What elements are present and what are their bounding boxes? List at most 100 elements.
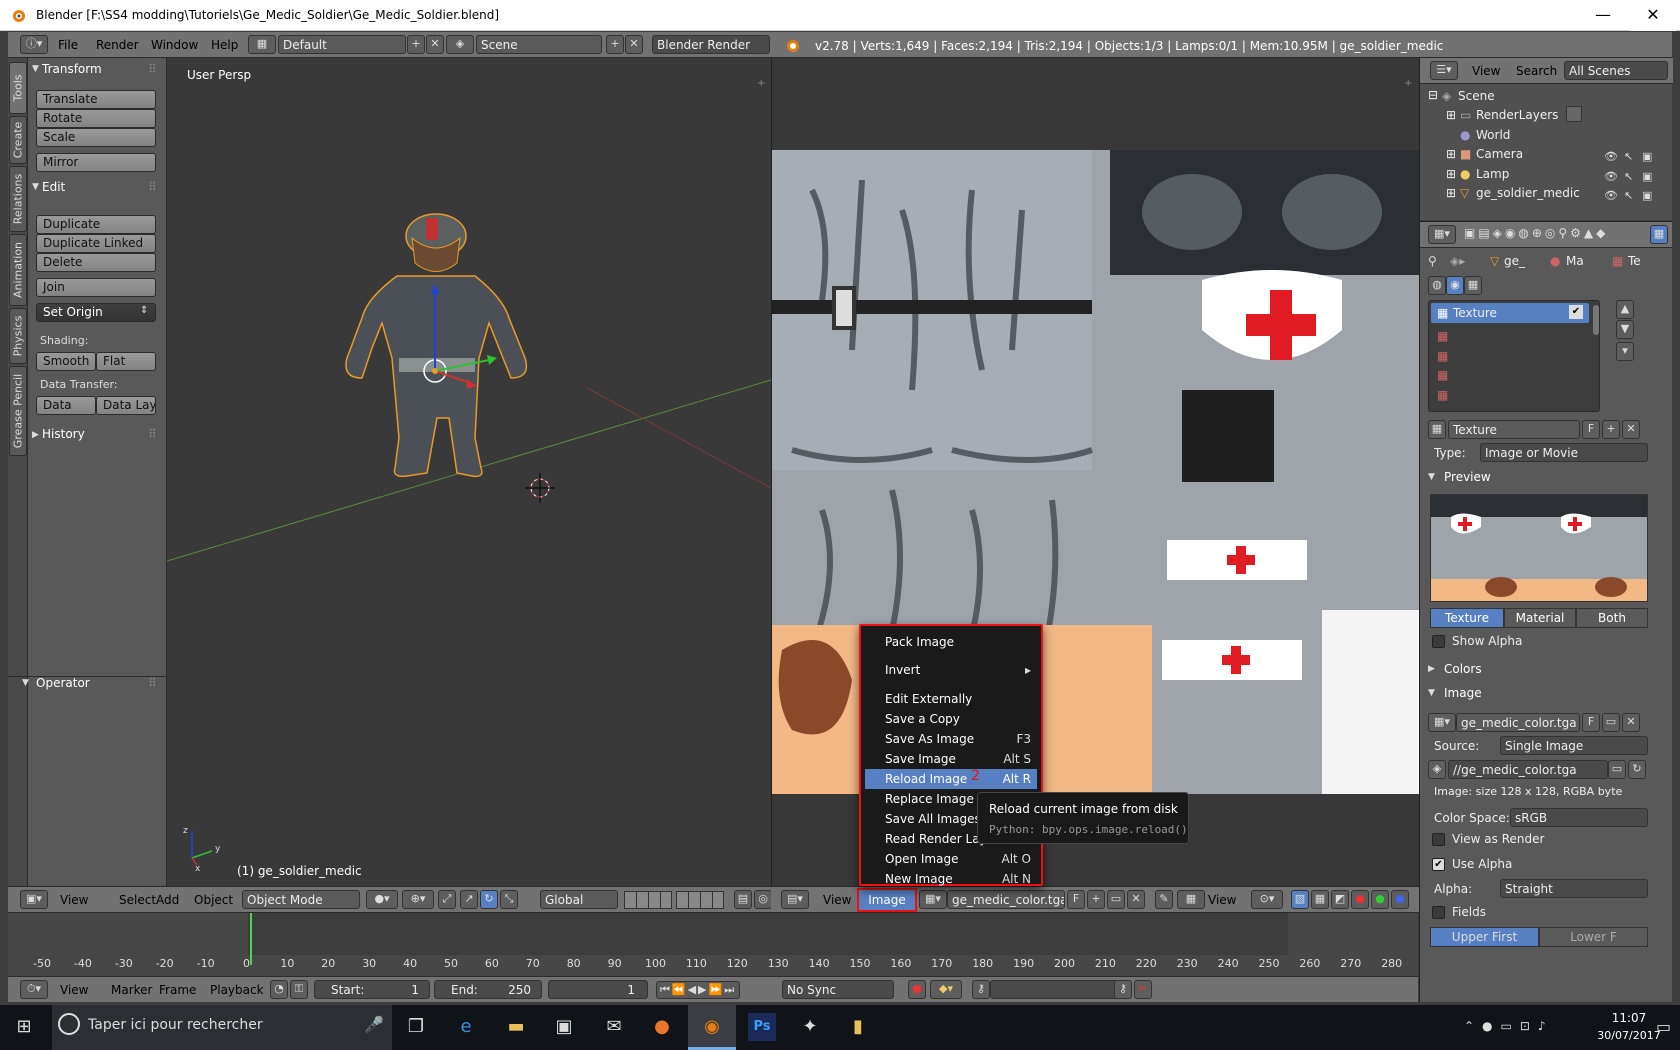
panel-edit-title[interactable]: Edit xyxy=(42,180,65,194)
texture-context-icon[interactable]: ▦ xyxy=(1650,225,1668,244)
drag-grip-icon[interactable]: ⠿ xyxy=(148,676,157,690)
breadcrumb-object[interactable]: ge_ xyxy=(1504,254,1525,268)
outliner-display-mode[interactable]: All Scenes xyxy=(1564,61,1668,80)
menu-file[interactable]: File xyxy=(58,38,78,52)
texture-fake-user-toggle[interactable]: F xyxy=(1582,420,1600,439)
soldier-model[interactable] xyxy=(345,213,528,478)
menu-item-pack-image[interactable]: Pack Image xyxy=(865,632,1037,652)
translate-manipulator-icon[interactable]: ↗ xyxy=(460,890,478,909)
collapse-triangle-icon[interactable]: ▼ xyxy=(32,182,39,192)
tab-create[interactable]: Create xyxy=(9,116,27,164)
list-scrollbar[interactable] xyxy=(1593,305,1599,335)
world-texture-icon[interactable]: ◍ xyxy=(1428,276,1446,295)
area-split-icon[interactable]: + xyxy=(1404,78,1412,89)
filepath-icon[interactable]: ◈ xyxy=(1428,760,1446,779)
pin-icon[interactable]: ✎ xyxy=(1155,890,1173,909)
record-icon[interactable]: ● xyxy=(908,980,926,999)
close-button[interactable]: ✕ xyxy=(1630,0,1676,31)
manipulator-icon[interactable]: ⤢ xyxy=(438,890,456,909)
drag-grip-icon[interactable]: ⠿ xyxy=(148,180,157,194)
viewport-shading-icon[interactable]: ●▾ xyxy=(366,890,398,909)
move-slot-up-icon[interactable]: ▲ xyxy=(1616,300,1634,319)
breadcrumb-texture[interactable]: Te xyxy=(1628,254,1641,268)
pivot-icon[interactable]: ⊙▾ xyxy=(1251,890,1283,909)
menu-item-save-as-image[interactable]: Save As Image F3 xyxy=(865,729,1037,749)
task-view-icon[interactable]: ❐ xyxy=(402,1013,430,1041)
visibility-eye-icon[interactable]: 👁 👁 👁 xyxy=(1604,147,1618,206)
image-browse-icon[interactable]: ▦▾ xyxy=(1428,713,1456,732)
scene-field[interactable]: Scene xyxy=(476,35,602,54)
unlink-image-icon[interactable]: ✕ xyxy=(1622,713,1640,732)
timeline[interactable]: -50 -40 -30 -20 -10 0 10 20 30 40 50 60 70 80 90 100 110… xyxy=(8,912,1418,976)
windows-start-icon[interactable]: ⊞ xyxy=(10,1013,38,1041)
active-keying-set-field[interactable] xyxy=(990,980,1120,999)
layout-icon[interactable]: ▦ xyxy=(248,35,276,54)
3d-viewport[interactable]: User Persp z y x (1) ge_soldier_medic + xyxy=(167,58,771,886)
menu-item-new-image[interactable]: New Image Alt N xyxy=(865,869,1037,889)
expand-triangle-icon[interactable]: ▶ xyxy=(32,430,39,440)
data-layout-button[interactable]: Data Layo xyxy=(96,396,156,415)
sync-mode-select[interactable]: No Sync xyxy=(782,980,894,999)
scene-icon[interactable]: ◈ xyxy=(446,35,474,54)
alpha-display-icon[interactable]: ▦ xyxy=(1311,890,1329,909)
add-menu[interactable]: Add xyxy=(156,893,179,907)
edge-icon[interactable]: e xyxy=(452,1013,480,1041)
blue-channel-icon[interactable]: ● xyxy=(1391,890,1409,909)
texture-browse-icon[interactable]: ▦ xyxy=(1428,420,1446,439)
minimize-button[interactable]: — xyxy=(1580,0,1626,31)
preview-tab-material[interactable]: Material xyxy=(1504,608,1576,628)
collapse-triangle-icon[interactable]: ▼ xyxy=(1428,472,1435,482)
alpha-mode-select[interactable]: Straight xyxy=(1500,879,1648,898)
z-display-icon[interactable]: ◩ xyxy=(1331,890,1349,909)
preview-range-icon[interactable]: ◔ xyxy=(270,980,288,999)
current-frame-field[interactable]: 1 xyxy=(548,980,648,999)
translate-button[interactable]: Translate xyxy=(36,90,156,109)
timeline-view-menu[interactable]: View xyxy=(60,983,88,997)
menu-render[interactable]: Render xyxy=(96,38,139,52)
end-frame-field[interactable]: End: 250 xyxy=(434,980,542,999)
lock-camera-icon[interactable]: ▤ xyxy=(734,890,752,909)
rotate-button[interactable]: Rotate xyxy=(36,109,156,128)
menu-item-invert[interactable]: Invert ▸ xyxy=(865,660,1037,680)
empty-slot-icons[interactable]: ▦ ▦ ▦ ▦ xyxy=(1437,327,1448,405)
fields-checkbox[interactable] xyxy=(1432,906,1445,919)
green-channel-icon[interactable]: ● xyxy=(1371,890,1389,909)
keying-set-icon[interactable]: ◆▾ xyxy=(930,980,962,999)
panel-operator-title[interactable]: Operator xyxy=(36,676,90,690)
delete-keyframe-icon[interactable]: ✂ xyxy=(1134,980,1152,999)
outliner-row-camera[interactable]: Camera xyxy=(1476,147,1523,161)
smooth-shading-button[interactable]: Smooth xyxy=(36,352,96,371)
image-fake-user-toggle[interactable]: F xyxy=(1582,713,1600,732)
store-icon[interactable]: ▣ xyxy=(550,1013,578,1041)
mail-icon[interactable]: ✉ xyxy=(600,1013,628,1041)
outliner-row-lamp[interactable]: Lamp xyxy=(1476,167,1509,181)
set-origin-dropdown[interactable]: Set Origin xyxy=(36,303,156,322)
remove-layout-icon[interactable]: ✕ xyxy=(426,35,444,54)
render-engine-select[interactable]: Blender Render xyxy=(652,35,770,54)
image-datablock-field[interactable]: ge_medic_color.tga xyxy=(1456,713,1580,732)
tab-relations[interactable]: Relations xyxy=(9,166,27,232)
timeline-frame-menu[interactable]: Frame xyxy=(159,983,196,997)
tab-tools[interactable]: Tools xyxy=(9,62,27,114)
data-transfer-button[interactable]: Data xyxy=(36,396,96,415)
outliner-row-world[interactable]: World xyxy=(1476,128,1510,142)
panel-transform-title[interactable]: Transform xyxy=(42,62,102,76)
open-image-icon[interactable]: ▭ xyxy=(1602,713,1620,732)
render-preview-icon[interactable]: ◎ xyxy=(754,890,772,909)
texture-type-select[interactable]: Image or Movie xyxy=(1480,443,1648,462)
outliner-row-renderlayers[interactable]: RenderLayers xyxy=(1476,108,1558,122)
remove-scene-icon[interactable]: ✕ xyxy=(625,35,643,54)
collapse-triangle-icon[interactable]: ▼ xyxy=(1428,688,1435,698)
properties-context-tabs[interactable]: ▣▤◈◉◍⊕◎⚲⚙▲◆ xyxy=(1464,226,1608,240)
breadcrumb-material[interactable]: Ma xyxy=(1566,254,1584,268)
scale-button[interactable]: Scale xyxy=(36,128,156,147)
expand-icon[interactable]: ⊞ xyxy=(1446,108,1456,122)
menu-item-edit-externally[interactable]: Edit Externally xyxy=(865,689,1037,709)
mode-select[interactable]: Object Mode xyxy=(242,890,360,909)
blender-taskbar-icon[interactable]: ◉ xyxy=(698,1013,726,1041)
microphone-icon[interactable]: 🎤 xyxy=(364,1015,384,1034)
timeline-playback-menu[interactable]: Playback xyxy=(210,983,264,997)
use-alpha-checkbox[interactable]: ✔ xyxy=(1432,858,1445,871)
material-texture-icon[interactable]: ◉ xyxy=(1446,276,1464,295)
render-camera-icon[interactable]: ▣ ▣ ▣ xyxy=(1642,147,1652,206)
